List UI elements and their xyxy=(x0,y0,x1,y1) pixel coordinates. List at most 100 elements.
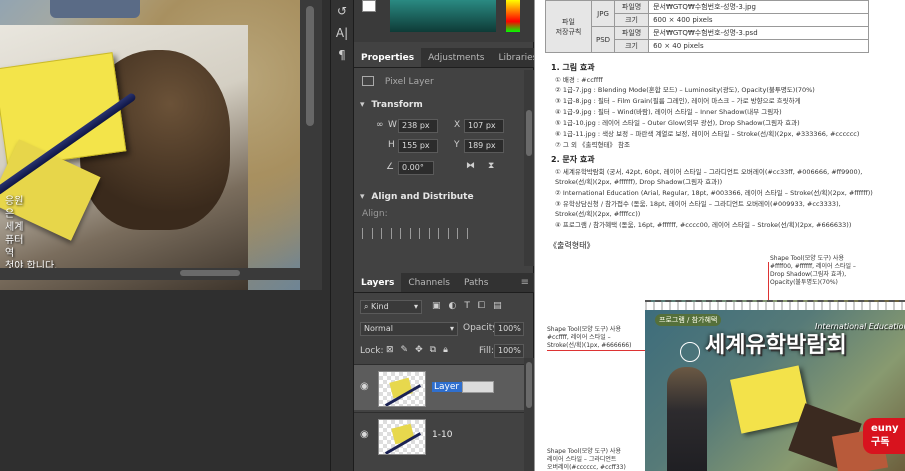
tab-adjustments[interactable]: Adjustments xyxy=(421,48,491,67)
tab-properties[interactable]: Properties xyxy=(354,48,422,67)
sample-subtitle: 프로그램 / 참가혜택 xyxy=(655,314,722,326)
x-label: X xyxy=(454,120,461,130)
sample-ruler xyxy=(645,302,905,310)
layer-name[interactable]: 1-10 xyxy=(432,430,452,440)
filter-type-icon[interactable]: T xyxy=(464,301,470,311)
angle-field[interactable]: 0.00° xyxy=(398,161,434,175)
flip-horizontal-icon[interactable]: ⧓ xyxy=(466,161,475,171)
lock-artboard-icon[interactable]: ⧉ xyxy=(430,345,436,355)
character-icon[interactable]: A| xyxy=(331,22,353,44)
size-label: 크기 xyxy=(614,13,650,27)
psd-size: 60 × 40 pixels xyxy=(648,39,870,53)
instruction-line: Stroke(선/획)(2px, #ffffff), Drop Shadow(그… xyxy=(555,178,723,186)
filter-kind-select[interactable]: ⌕ Kind ▾ xyxy=(360,300,422,314)
overlay-line: 퓨터 xyxy=(5,235,24,246)
eye-icon[interactable]: ◉ xyxy=(360,381,369,392)
instruction-line: ④ 1급-9.jpg : 필터 – Wind(바람), 레이어 스타일 – In… xyxy=(555,108,782,116)
section-image-effects-title: 1. 그림 효과 xyxy=(551,63,595,72)
properties-scroll-thumb[interactable] xyxy=(526,110,532,156)
lock-all-icon[interactable]: 🔒︎ xyxy=(443,345,448,355)
h-label: H xyxy=(388,140,395,150)
output-form-title: 《출력형태》 xyxy=(549,241,595,250)
filename-label: 파일명 xyxy=(614,0,650,14)
lock-transparent-icon[interactable]: ⊠ xyxy=(386,345,394,355)
opacity-field[interactable]: 100% xyxy=(494,322,524,336)
align-left-icon[interactable] xyxy=(362,228,373,239)
color-field[interactable] xyxy=(390,0,496,32)
layer-name-edit-box[interactable] xyxy=(462,381,494,393)
angle-icon: ∠ xyxy=(386,162,395,172)
foreground-swatch[interactable] xyxy=(362,0,376,12)
color-panel xyxy=(354,0,534,42)
history-icon[interactable]: ↺ xyxy=(331,0,353,22)
jpg-label: JPG xyxy=(590,0,616,27)
align-middle-icon[interactable] xyxy=(438,228,449,239)
chevron-down-icon: ▾ xyxy=(360,100,365,110)
instruction-line: ② International Education (Arial, Regula… xyxy=(555,189,873,197)
fill-label: Fill: xyxy=(479,346,495,356)
align-title: Align and Distribute xyxy=(371,192,474,202)
jpg-filename: 문서₩GTQ₩수험번호-성명-3.jpg xyxy=(648,0,870,14)
y-field[interactable]: 189 px xyxy=(464,139,504,153)
tab-channels[interactable]: Channels xyxy=(401,273,457,292)
transform-title: Transform xyxy=(371,100,423,110)
file-rules-table: 파일 저장규칙 JPG 파일명 문서₩GTQ₩수험번호-성명-3.jpg 크기 … xyxy=(545,0,870,53)
instruction-line: ⑤ 1급-10.jpg : 레이어 스타일 – Outer Glow(외부 광선… xyxy=(555,119,800,127)
flip-vertical-icon[interactable]: ⧗ xyxy=(488,161,494,171)
instruction-line: ① 세계유학박람회 (궁서, 42pt, 60pt, 레이어 스타일 – 그라디… xyxy=(555,168,863,176)
document-canvas[interactable]: 응원 은 세계 퓨터 역 첫야 합니다. xyxy=(0,0,300,290)
filter-pixel-icon[interactable]: ▣ xyxy=(432,301,441,311)
width-field[interactable]: 238 px xyxy=(398,119,438,133)
canvas-horizontal-scrollbar[interactable] xyxy=(0,268,300,280)
transform-header[interactable]: ▾ Transform xyxy=(360,100,530,110)
layer-row[interactable]: ◉ 1-10 xyxy=(354,412,524,458)
canvas-horizontal-scroll-thumb[interactable] xyxy=(180,270,240,276)
x-field[interactable]: 107 px xyxy=(464,119,504,133)
search-icon: ⌕ xyxy=(364,302,369,311)
align-bottom-icon[interactable] xyxy=(457,228,468,239)
filter-adjustment-icon[interactable]: ◐ xyxy=(449,301,457,311)
link-icon[interactable]: ∞ xyxy=(376,120,384,130)
filter-shape-icon[interactable]: ⧠ xyxy=(478,301,485,311)
subscribe-badge[interactable]: euny 구독 xyxy=(863,418,905,454)
canvas-overlay-text: 응원 은 세계 퓨터 역 첫야 합니다. xyxy=(5,195,57,273)
lock-pixels-icon[interactable]: ✎ xyxy=(401,345,409,355)
tab-paths[interactable]: Paths xyxy=(457,273,495,292)
layer-thumbnail xyxy=(378,371,426,407)
instruction-line: ⑥ 1급-11.jpg : 색상 보정 – 파란색 계열로 보정, 레이어 스타… xyxy=(555,130,860,138)
instruction-line: ② 1급-7.jpg : Blending Mode(혼합 모드) – Lumi… xyxy=(555,86,815,94)
instruction-line: ③ 유학상담신청 / 참가접수 (돋움, 18pt, 레이어 스타일 – 그라디… xyxy=(555,200,841,208)
filter-smart-icon[interactable]: ▤ xyxy=(493,301,502,311)
overlay-line: 은 xyxy=(5,209,15,220)
hue-slider[interactable] xyxy=(506,0,520,32)
align-right-icon[interactable] xyxy=(400,228,411,239)
properties-scrollbar[interactable] xyxy=(524,70,534,266)
lock-position-icon[interactable]: ✥ xyxy=(415,345,423,355)
tab-layers[interactable]: Layers xyxy=(354,273,402,292)
paragraph-icon[interactable]: ¶ xyxy=(331,44,353,66)
align-center-icon[interactable] xyxy=(381,228,392,239)
layer-type-row: Pixel Layer xyxy=(362,76,532,87)
annotation-left: Shape Tool(모양 도구) 사용 #ccffff, 레이어 스타일 – … xyxy=(547,326,632,349)
eye-icon[interactable]: ◉ xyxy=(360,429,369,440)
panel-tool-strip: ↺ A| ¶ xyxy=(330,0,354,471)
section-text-effects-title: 2. 문자 효과 xyxy=(551,155,595,164)
sample-title: 세계유학박람회 xyxy=(705,333,847,358)
instruction-line: ① 배경 : #ccffff xyxy=(555,76,603,84)
y-label: Y xyxy=(454,140,460,150)
align-header[interactable]: ▾ Align and Distribute xyxy=(360,192,530,202)
align-label: Align: xyxy=(362,209,388,219)
blend-mode-select[interactable]: Normal ▾ xyxy=(360,322,458,336)
chevron-down-icon: ▾ xyxy=(360,192,365,202)
panel-menu-icon[interactable]: ≡ xyxy=(521,273,534,292)
height-field[interactable]: 155 px xyxy=(398,139,438,153)
annotation-leader xyxy=(768,262,769,304)
canvas-area[interactable]: 응원 은 세계 퓨터 역 첫야 합니다. xyxy=(0,0,330,471)
align-top-icon[interactable] xyxy=(419,228,430,239)
layer-row[interactable]: ◉ Layer 1 xyxy=(354,364,524,410)
psd-label: PSD xyxy=(590,26,616,53)
canvas-vertical-scroll-thumb[interactable] xyxy=(306,6,314,126)
fill-field[interactable]: 100% xyxy=(494,344,524,358)
blend-mode-value: Normal xyxy=(364,324,393,333)
layers-scroll-thumb[interactable] xyxy=(526,362,532,408)
